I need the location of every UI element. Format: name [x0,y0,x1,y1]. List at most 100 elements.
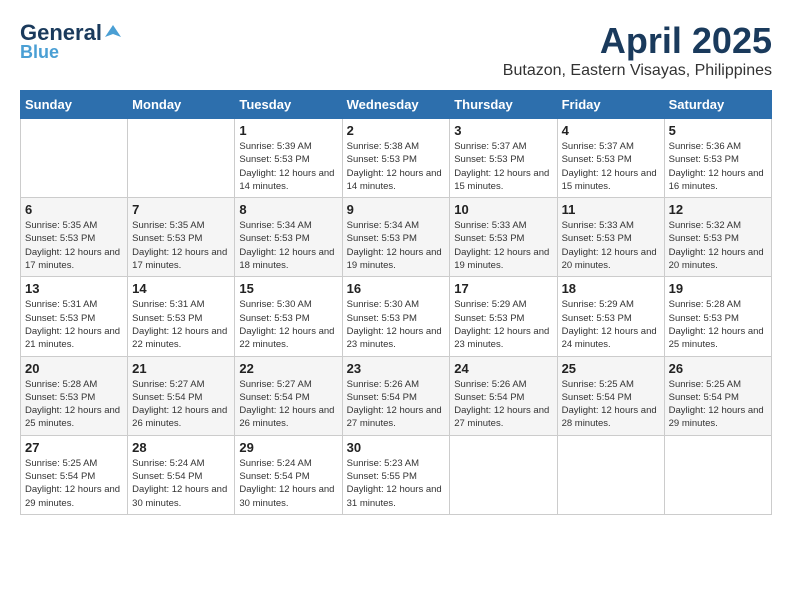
day-number: 18 [562,281,660,296]
day-info: Sunrise: 5:25 AMSunset: 5:54 PMDaylight:… [562,378,660,431]
day-number: 12 [669,202,767,217]
col-wednesday: Wednesday [342,91,450,119]
day-info: Sunrise: 5:28 AMSunset: 5:53 PMDaylight:… [669,298,767,351]
day-info: Sunrise: 5:26 AMSunset: 5:54 PMDaylight:… [454,378,552,431]
day-number: 27 [25,440,123,455]
day-number: 7 [132,202,230,217]
calendar-header-row: Sunday Monday Tuesday Wednesday Thursday… [21,91,772,119]
col-friday: Friday [557,91,664,119]
day-number: 6 [25,202,123,217]
day-info: Sunrise: 5:23 AMSunset: 5:55 PMDaylight:… [347,457,446,510]
table-row [557,435,664,514]
day-info: Sunrise: 5:26 AMSunset: 5:54 PMDaylight:… [347,378,446,431]
day-info: Sunrise: 5:30 AMSunset: 5:53 PMDaylight:… [239,298,337,351]
calendar-week-row: 13 Sunrise: 5:31 AMSunset: 5:53 PMDayligh… [21,277,772,356]
day-number: 15 [239,281,337,296]
day-info: Sunrise: 5:33 AMSunset: 5:53 PMDaylight:… [454,219,552,272]
calendar-week-row: 20 Sunrise: 5:28 AMSunset: 5:53 PMDayligh… [21,356,772,435]
day-number: 28 [132,440,230,455]
day-number: 9 [347,202,446,217]
day-number: 21 [132,361,230,376]
day-info: Sunrise: 5:30 AMSunset: 5:53 PMDaylight:… [347,298,446,351]
table-row: 14Sunrise: 5:31 AMSunset: 5:53 PMDayligh… [128,277,235,356]
col-monday: Monday [128,91,235,119]
title-area: April 2025 Butazon, Eastern Visayas, Phi… [503,20,772,80]
day-info: Sunrise: 5:34 AMSunset: 5:53 PMDaylight:… [239,219,337,272]
day-number: 20 [25,361,123,376]
day-info: Sunrise: 5:37 AMSunset: 5:53 PMDaylight:… [454,140,552,193]
day-number: 23 [347,361,446,376]
day-info: Sunrise: 5:33 AMSunset: 5:53 PMDaylight:… [562,219,660,272]
col-sunday: Sunday [21,91,128,119]
day-info: Sunrise: 5:24 AMSunset: 5:54 PMDaylight:… [132,457,230,510]
col-thursday: Thursday [450,91,557,119]
table-row: 15 Sunrise: 5:30 AMSunset: 5:53 PMDayligh… [235,277,342,356]
day-number: 30 [347,440,446,455]
day-info: Sunrise: 5:38 AMSunset: 5:53 PMDaylight:… [347,140,446,193]
table-row: 16Sunrise: 5:30 AMSunset: 5:53 PMDayligh… [342,277,450,356]
day-number: 2 [347,123,446,138]
calendar-week-row: 27Sunrise: 5:25 AMSunset: 5:54 PMDayligh… [21,435,772,514]
table-row: 2 Sunrise: 5:38 AMSunset: 5:53 PMDaylight… [342,119,450,198]
day-info: Sunrise: 5:35 AMSunset: 5:53 PMDaylight:… [25,219,123,272]
table-row: 3Sunrise: 5:37 AMSunset: 5:53 PMDaylight… [450,119,557,198]
table-row: 7Sunrise: 5:35 AMSunset: 5:53 PMDaylight… [128,198,235,277]
day-number: 29 [239,440,337,455]
table-row: 23 Sunrise: 5:26 AMSunset: 5:54 PMDayligh… [342,356,450,435]
table-row [21,119,128,198]
day-number: 14 [132,281,230,296]
month-title: April 2025 [503,20,772,62]
table-row: 20 Sunrise: 5:28 AMSunset: 5:53 PMDayligh… [21,356,128,435]
table-row: 10 Sunrise: 5:33 AMSunset: 5:53 PMDayligh… [450,198,557,277]
day-number: 10 [454,202,552,217]
day-number: 8 [239,202,337,217]
day-number: 25 [562,361,660,376]
day-info: Sunrise: 5:28 AMSunset: 5:53 PMDaylight:… [25,378,123,431]
logo: General Blue [20,20,124,63]
table-row: 12 Sunrise: 5:32 AMSunset: 5:53 PMDayligh… [664,198,771,277]
table-row: 21 Sunrise: 5:27 AMSunset: 5:54 PMDayligh… [128,356,235,435]
calendar-table: Sunday Monday Tuesday Wednesday Thursday… [20,90,772,515]
table-row: 24Sunrise: 5:26 AMSunset: 5:54 PMDayligh… [450,356,557,435]
table-row: 6 Sunrise: 5:35 AMSunset: 5:53 PMDaylight… [21,198,128,277]
logo-blue: Blue [20,42,59,63]
table-row: 27Sunrise: 5:25 AMSunset: 5:54 PMDayligh… [21,435,128,514]
table-row: 13 Sunrise: 5:31 AMSunset: 5:53 PMDayligh… [21,277,128,356]
table-row: 30 Sunrise: 5:23 AMSunset: 5:55 PMDayligh… [342,435,450,514]
table-row: 8 Sunrise: 5:34 AMSunset: 5:53 PMDaylight… [235,198,342,277]
day-info: Sunrise: 5:24 AMSunset: 5:54 PMDaylight:… [239,457,337,510]
calendar-week-row: 1Sunrise: 5:39 AMSunset: 5:53 PMDaylight… [21,119,772,198]
table-row: 18 Sunrise: 5:29 AMSunset: 5:53 PMDayligh… [557,277,664,356]
day-number: 22 [239,361,337,376]
day-info: Sunrise: 5:29 AMSunset: 5:53 PMDaylight:… [454,298,552,351]
table-row [450,435,557,514]
logo-bird-icon [103,23,123,43]
day-info: Sunrise: 5:25 AMSunset: 5:54 PMDaylight:… [669,378,767,431]
day-number: 13 [25,281,123,296]
table-row: 28 Sunrise: 5:24 AMSunset: 5:54 PMDayligh… [128,435,235,514]
table-row: 19 Sunrise: 5:28 AMSunset: 5:53 PMDayligh… [664,277,771,356]
day-info: Sunrise: 5:31 AMSunset: 5:53 PMDaylight:… [25,298,123,351]
header: General Blue April 2025 Butazon, Eastern… [20,20,772,80]
day-info: Sunrise: 5:29 AMSunset: 5:53 PMDaylight:… [562,298,660,351]
col-saturday: Saturday [664,91,771,119]
calendar-week-row: 6 Sunrise: 5:35 AMSunset: 5:53 PMDaylight… [21,198,772,277]
day-number: 5 [669,123,767,138]
day-info: Sunrise: 5:36 AMSunset: 5:53 PMDaylight:… [669,140,767,193]
day-info: Sunrise: 5:32 AMSunset: 5:53 PMDaylight:… [669,219,767,272]
day-info: Sunrise: 5:27 AMSunset: 5:54 PMDaylight:… [132,378,230,431]
table-row [664,435,771,514]
day-info: Sunrise: 5:34 AMSunset: 5:53 PMDaylight:… [347,219,446,272]
table-row: 9 Sunrise: 5:34 AMSunset: 5:53 PMDaylight… [342,198,450,277]
table-row: 29 Sunrise: 5:24 AMSunset: 5:54 PMDayligh… [235,435,342,514]
table-row: 1Sunrise: 5:39 AMSunset: 5:53 PMDaylight… [235,119,342,198]
table-row: 25 Sunrise: 5:25 AMSunset: 5:54 PMDayligh… [557,356,664,435]
table-row [128,119,235,198]
day-number: 11 [562,202,660,217]
day-number: 19 [669,281,767,296]
day-number: 17 [454,281,552,296]
day-info: Sunrise: 5:27 AMSunset: 5:54 PMDaylight:… [239,378,337,431]
table-row: 17 Sunrise: 5:29 AMSunset: 5:53 PMDayligh… [450,277,557,356]
day-info: Sunrise: 5:39 AMSunset: 5:53 PMDaylight:… [239,140,337,193]
day-number: 26 [669,361,767,376]
